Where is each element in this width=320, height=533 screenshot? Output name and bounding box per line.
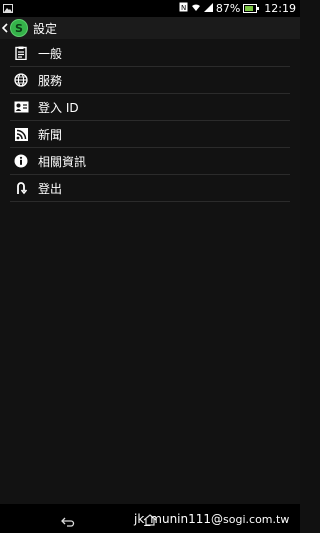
page-title: 設定 — [33, 21, 58, 36]
navigation-bar: jk_munin111@sogi.com.tw — [0, 504, 300, 533]
signal-icon — [203, 2, 213, 15]
action-bar: S 設定 — [0, 17, 300, 39]
svg-text:N: N — [181, 4, 186, 12]
menu-item-login-id[interactable]: 登入 ID — [10, 94, 290, 121]
id-card-icon — [13, 99, 29, 115]
settings-list: 一般 服務 登入 ID 新聞 相關資訊 登出 — [0, 40, 300, 202]
status-bar: N 87% 12:19 — [0, 0, 300, 17]
nfc-icon: N — [179, 2, 188, 15]
menu-item-general[interactable]: 一般 — [10, 40, 290, 67]
menu-item-label: 一般 — [38, 46, 63, 61]
image-icon — [3, 3, 13, 16]
battery-percent: 87% — [215, 2, 241, 15]
menu-item-services[interactable]: 服務 — [10, 67, 290, 94]
watermark: jk_munin111@sogi.com.tw — [134, 512, 289, 526]
menu-item-label: 相關資訊 — [38, 154, 87, 169]
menu-item-label: 登入 ID — [38, 100, 79, 115]
app-logo-icon[interactable]: S — [10, 19, 28, 37]
rss-icon — [13, 126, 29, 142]
status-icons: N 87% 12:19 — [179, 1, 296, 16]
watermark-site: sogi.com.tw — [223, 513, 290, 526]
watermark-user: jk_munin111@ — [134, 512, 224, 526]
info-icon — [13, 153, 29, 169]
back-chevron-icon[interactable] — [2, 23, 9, 33]
logout-icon — [13, 180, 29, 196]
globe-icon — [13, 72, 29, 88]
menu-item-label: 服務 — [38, 73, 63, 88]
menu-item-label: 新聞 — [38, 127, 63, 142]
back-icon[interactable] — [61, 512, 75, 531]
menu-item-news[interactable]: 新聞 — [10, 121, 290, 148]
menu-item-logout[interactable]: 登出 — [10, 175, 290, 202]
wifi-icon — [191, 2, 201, 15]
clock: 12:19 — [264, 2, 296, 15]
menu-item-about[interactable]: 相關資訊 — [10, 148, 290, 175]
clipboard-icon — [13, 45, 29, 61]
menu-item-label: 登出 — [38, 181, 63, 196]
battery-icon — [243, 4, 260, 13]
settings-screen: N 87% 12:19 S 設定 一般 服務 登入 ID 新聞 相關資訊 登出 … — [0, 0, 300, 533]
